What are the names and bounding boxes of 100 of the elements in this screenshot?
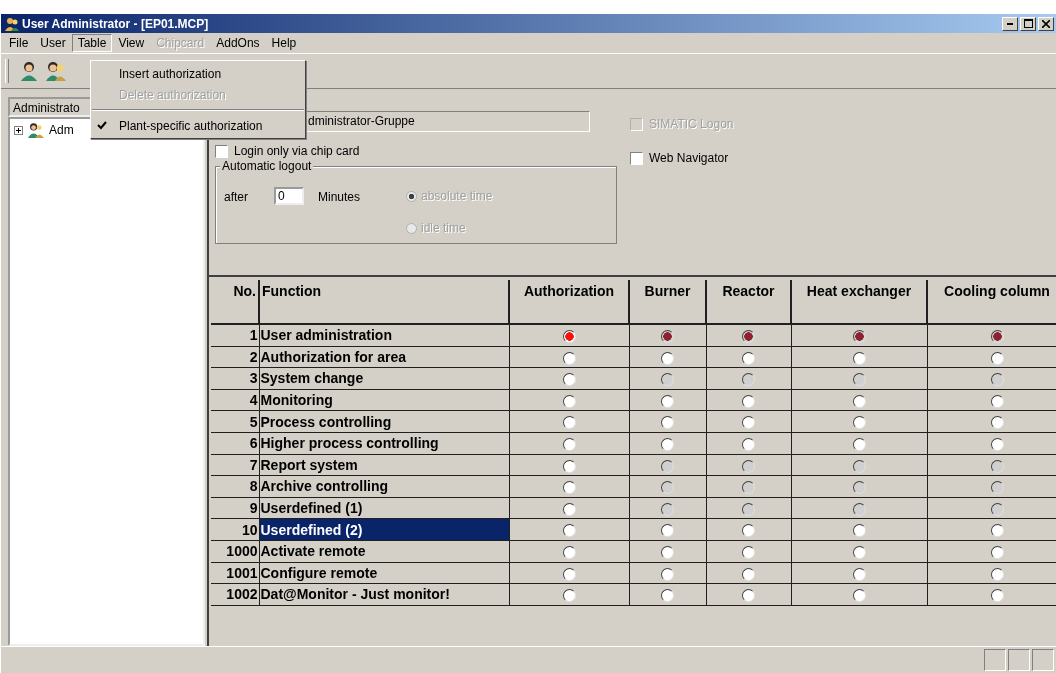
radio-button[interactable] xyxy=(990,589,1004,603)
radio-button[interactable] xyxy=(562,416,576,430)
radio-button[interactable] xyxy=(661,589,674,603)
menu-item[interactable]: Help xyxy=(265,34,303,52)
radio-button[interactable] xyxy=(990,438,1004,452)
maximize-button[interactable] xyxy=(1020,16,1036,31)
minutes-label: Minutes xyxy=(318,190,362,204)
menu-item[interactable]: Table xyxy=(71,34,113,52)
column-header[interactable]: Authorization xyxy=(509,280,629,324)
radio-button[interactable] xyxy=(742,438,755,452)
radio-button[interactable] xyxy=(661,567,674,581)
radio-button[interactable] xyxy=(661,416,674,430)
radio-button[interactable] xyxy=(742,351,755,365)
table-cell[interactable]: Higher process controlling xyxy=(259,432,509,455)
table-cell: 3 xyxy=(211,367,259,390)
table-cell: 6 xyxy=(211,432,259,455)
table-cell: 4 xyxy=(211,389,259,411)
radio-button[interactable] xyxy=(990,546,1004,560)
menu-item[interactable]: AddOns xyxy=(210,34,266,52)
table-cell: 10 xyxy=(211,518,259,541)
radio-button[interactable] xyxy=(661,394,674,408)
radio-button[interactable] xyxy=(562,373,576,387)
users-icon[interactable] xyxy=(43,60,69,82)
radio-button[interactable] xyxy=(742,394,755,408)
checkmark-icon xyxy=(97,120,107,130)
table-cell[interactable]: Configure remote xyxy=(259,562,509,584)
radio-button[interactable] xyxy=(852,351,866,365)
radio-button[interactable] xyxy=(990,351,1004,365)
column-header[interactable]: Heat exchanger xyxy=(791,280,927,324)
menu-item[interactable]: File xyxy=(3,34,35,52)
column-header[interactable]: Reactor xyxy=(706,280,791,324)
radio-button[interactable] xyxy=(562,438,576,452)
users-icon xyxy=(4,15,20,32)
radio-button[interactable] xyxy=(852,546,866,560)
table-cell[interactable]: Dat@Monitor - Just monitor! xyxy=(259,583,509,606)
radio-button[interactable] xyxy=(562,330,576,344)
close-button[interactable] xyxy=(1038,16,1054,31)
radio-button[interactable] xyxy=(852,394,866,408)
table-cell[interactable]: System change xyxy=(259,367,509,390)
checkbox-label: Web Navigator xyxy=(649,151,729,165)
table-cell[interactable]: Report system xyxy=(259,454,509,476)
table-cell[interactable]: User administration xyxy=(259,324,509,347)
table-cell: 7 xyxy=(211,454,259,476)
table-cell[interactable]: Process controlling xyxy=(259,410,509,433)
radio-button[interactable] xyxy=(990,524,1004,538)
table-cell: 8 xyxy=(211,475,259,498)
menu-item[interactable]: View xyxy=(112,34,151,52)
radio-button[interactable] xyxy=(742,416,755,430)
radio-button[interactable] xyxy=(852,524,866,538)
tree-item[interactable]: Adm xyxy=(49,123,74,137)
checkbox[interactable] xyxy=(215,144,228,158)
radio-button[interactable] xyxy=(661,524,674,538)
radio-button[interactable] xyxy=(852,416,866,430)
table-cell[interactable]: Authorization for area xyxy=(259,346,509,368)
radio-button[interactable] xyxy=(661,438,674,452)
radio-button[interactable] xyxy=(852,567,866,581)
radio-button[interactable] xyxy=(852,438,866,452)
table-cell: 1000 xyxy=(211,540,259,563)
table-cell[interactable]: Userdefined (1) xyxy=(259,497,509,519)
menu-item[interactable]: User xyxy=(34,34,72,52)
table-cell: 1001 xyxy=(211,562,259,584)
table-cell[interactable]: Userdefined (2) xyxy=(259,518,509,541)
radio-button[interactable] xyxy=(661,351,674,365)
column-header[interactable]: Burner xyxy=(629,280,706,324)
radio-button[interactable] xyxy=(562,567,576,581)
radio-button[interactable] xyxy=(562,351,576,365)
menu-item[interactable]: Insert authorization xyxy=(91,63,305,84)
after-label: after xyxy=(224,190,249,204)
radio-button[interactable] xyxy=(990,416,1004,430)
close-icon xyxy=(1042,19,1050,28)
radio-button[interactable] xyxy=(742,546,755,560)
minimize-button[interactable] xyxy=(1002,16,1018,31)
radio-button[interactable] xyxy=(562,589,576,603)
minutes-field[interactable]: 0 xyxy=(274,187,304,205)
column-header[interactable]: No. xyxy=(211,280,259,324)
checkbox-label: Login only via chip card xyxy=(234,144,360,158)
column-header[interactable]: Function xyxy=(259,280,509,324)
table-cell[interactable]: Activate remote xyxy=(259,540,509,563)
table-cell[interactable]: Monitoring xyxy=(259,389,509,411)
radio-button[interactable] xyxy=(562,459,576,473)
radio-button[interactable] xyxy=(562,394,576,408)
radio-button[interactable] xyxy=(562,502,576,516)
radio-button[interactable] xyxy=(562,524,576,538)
expand-icon[interactable] xyxy=(14,125,23,135)
radio-button[interactable] xyxy=(990,567,1004,581)
radio-button[interactable] xyxy=(562,481,576,495)
radio-button[interactable] xyxy=(990,394,1004,408)
maximize-icon xyxy=(1023,19,1033,28)
radio-button[interactable] xyxy=(742,589,755,603)
table-cell: 9 xyxy=(211,497,259,519)
table-cell[interactable]: Archive controlling xyxy=(259,475,509,498)
table-cell: 1 xyxy=(211,324,259,347)
radio-button[interactable] xyxy=(661,546,674,560)
radio-button[interactable] xyxy=(562,546,576,560)
radio-button[interactable] xyxy=(742,567,755,581)
radio-button[interactable] xyxy=(852,589,866,603)
status-panel xyxy=(1008,649,1030,671)
table-cell: 5 xyxy=(211,410,259,433)
checkbox[interactable] xyxy=(630,151,643,165)
radio-button[interactable] xyxy=(742,524,755,538)
